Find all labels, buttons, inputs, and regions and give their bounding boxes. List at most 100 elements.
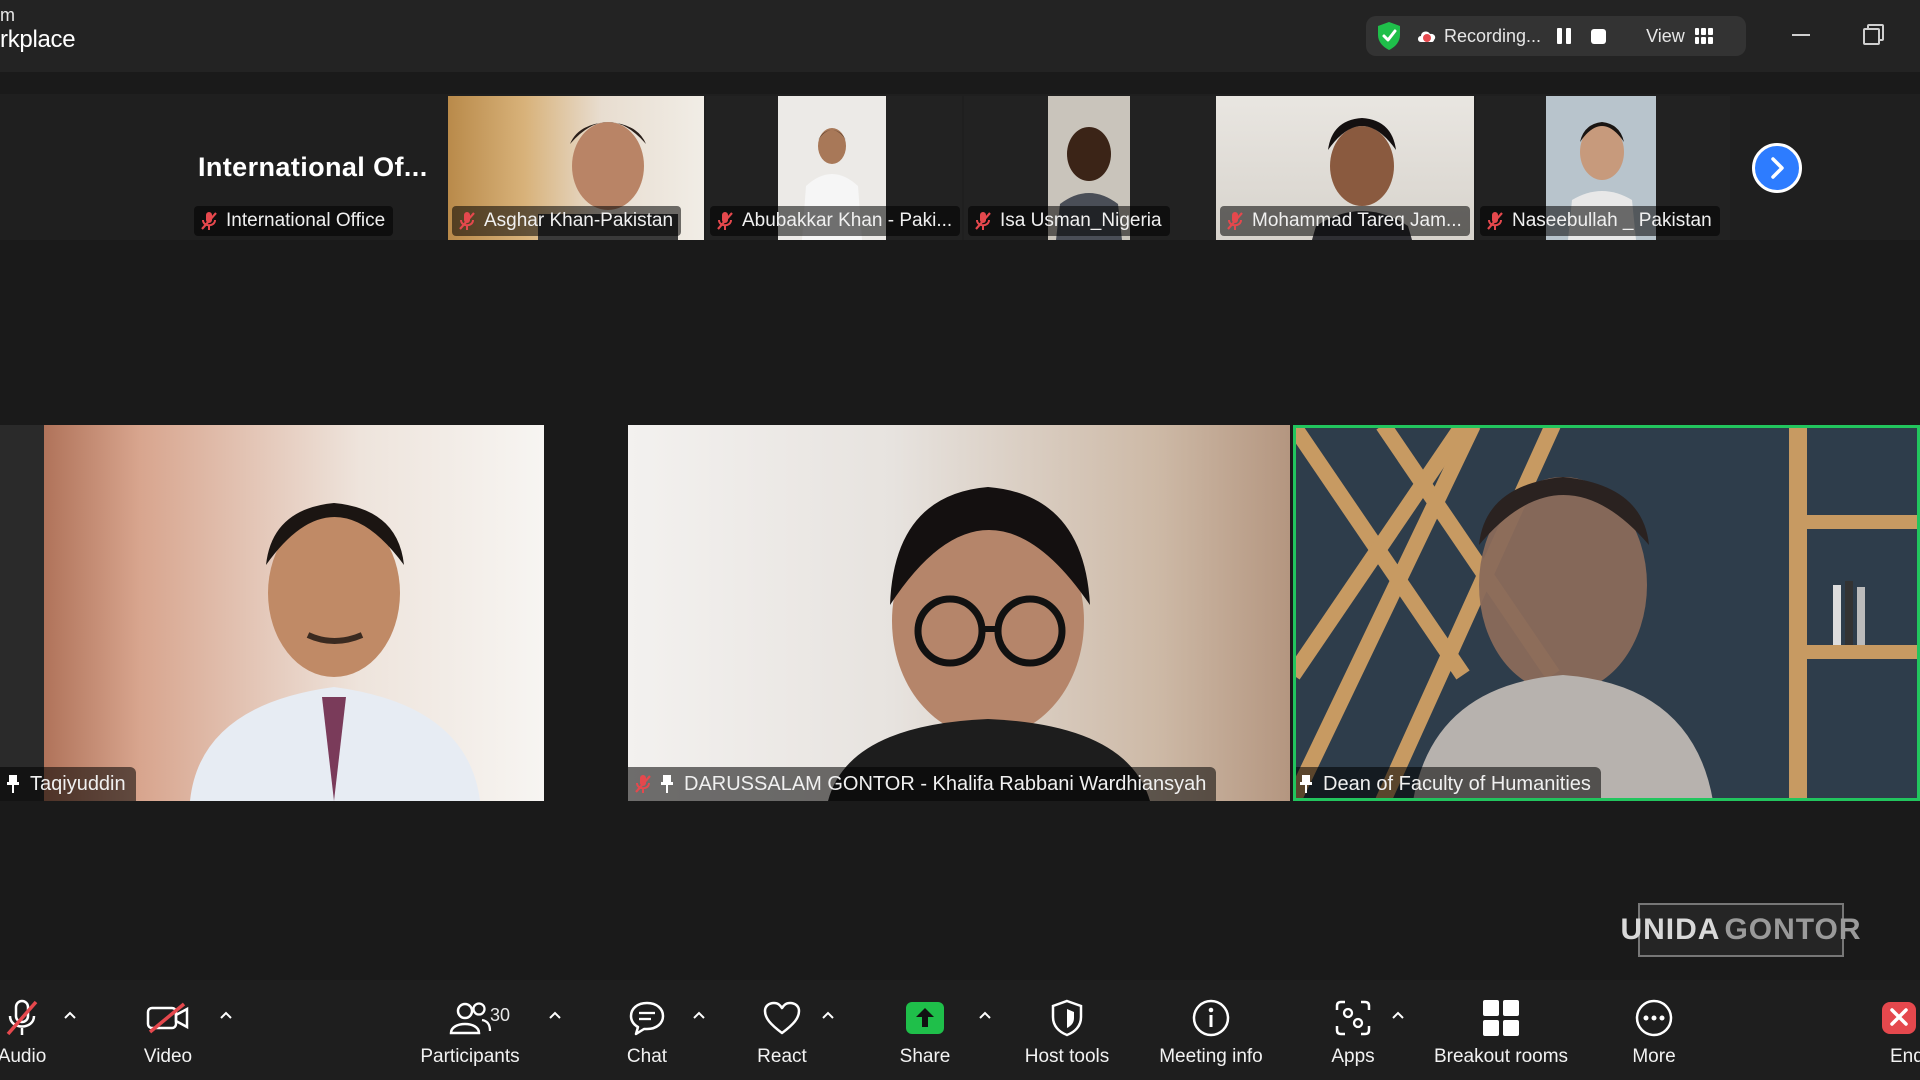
title-bar: m rkplace Recording... View [0, 0, 1920, 72]
share-screen-icon [906, 1002, 944, 1034]
audio-options-chevron-up-icon[interactable] [63, 1010, 77, 1020]
participant-name: Dean of Faculty of Humanities [1323, 772, 1591, 795]
audio-label: Audio [0, 1046, 47, 1067]
video-off-icon [146, 1002, 189, 1034]
security-shield-icon[interactable] [1376, 21, 1402, 51]
participant-name: Mohammad Tareq Jam... [1252, 210, 1462, 231]
mic-muted-icon [1487, 212, 1503, 230]
zoom-window: m rkplace Recording... View Internationa… [0, 0, 1920, 1080]
share-label: Share [899, 1046, 951, 1067]
meeting-info-label: Meeting info [1159, 1046, 1263, 1067]
participant-namebar: Mohammad Tareq Jam... [1220, 206, 1470, 236]
participant-namebar: Asghar Khan-Pakistan [452, 206, 682, 236]
watermark-logo: UNIDA GONTOR [1620, 903, 1861, 957]
participant-tile[interactable]: Naseebullah _ Pakistan [1476, 96, 1730, 240]
video-tile[interactable]: DARUSSALAM GONTOR - Khalifa Rabbani Ward… [628, 425, 1290, 801]
cloud-recording-icon [1418, 31, 1436, 42]
gallery-view-icon[interactable] [1694, 28, 1713, 44]
participant-namebar: DARUSSALAM GONTOR - Khalifa Rabbani Ward… [628, 767, 1217, 801]
mic-muted-icon [201, 212, 217, 230]
participant-name: Asghar Khan-Pakistan [484, 210, 674, 231]
pause-recording-icon[interactable] [1557, 28, 1572, 44]
participant-namebar: Taqiyuddin [0, 767, 136, 801]
recording-controls: Recording... View [1366, 16, 1746, 56]
video-tile[interactable]: Taqiyuddin [0, 425, 544, 801]
participant-video [0, 425, 544, 801]
shield-icon [1051, 999, 1083, 1037]
minimize-button[interactable] [1790, 22, 1812, 44]
pin-icon [7, 775, 19, 793]
participant-namebar: Abubakkar Khan - Paki... [710, 206, 961, 236]
participant-display-title: International Of... [198, 152, 428, 182]
share-options-chevron-up-icon[interactable] [978, 1010, 992, 1020]
participants-icon [449, 1002, 492, 1035]
chevron-right-icon [1771, 157, 1784, 179]
chat-button[interactable]: Chat [607, 980, 687, 1080]
participant-namebar: International Office [194, 206, 394, 236]
react-options-chevron-up-icon[interactable] [821, 1010, 835, 1020]
brand-line-2: rkplace [0, 26, 76, 53]
participant-tile[interactable]: Abubakkar Khan - Paki... [706, 96, 962, 240]
audio-button[interactable]: Audio [0, 980, 54, 1080]
participants-label: Participants [420, 1046, 520, 1067]
chat-options-chevron-up-icon[interactable] [692, 1010, 706, 1020]
participant-name: International Office [226, 210, 386, 231]
apps-icon [1335, 1000, 1371, 1036]
more-label: More [1632, 1046, 1676, 1067]
host-tools-button[interactable]: Host tools [1012, 980, 1122, 1080]
participants-button[interactable]: Participants [410, 980, 530, 1080]
host-tools-label: Host tools [1024, 1046, 1110, 1067]
mic-muted-icon [975, 212, 991, 230]
chat-label: Chat [626, 1046, 668, 1067]
participant-name: DARUSSALAM GONTOR - Khalifa Rabbani Ward… [684, 772, 1207, 795]
react-button[interactable]: React [742, 980, 822, 1080]
video-tile-active-speaker[interactable]: Dean of Faculty of Humanities [1293, 425, 1920, 801]
mic-muted-icon [1227, 212, 1243, 230]
participant-name: Isa Usman_Nigeria [1000, 210, 1162, 231]
more-button[interactable]: More [1614, 980, 1694, 1080]
react-label: React [757, 1046, 807, 1067]
share-button[interactable]: Share [885, 980, 965, 1080]
video-options-chevron-up-icon[interactable] [219, 1010, 233, 1020]
more-icon [1635, 999, 1673, 1037]
chat-icon [629, 1001, 665, 1036]
participant-namebar: Isa Usman_Nigeria [968, 206, 1170, 236]
next-page-button[interactable] [1752, 143, 1802, 193]
end-label: End [1890, 1046, 1920, 1067]
mic-muted-icon [717, 212, 733, 230]
participant-tile[interactable]: Mohammad Tareq Jam... [1216, 96, 1474, 240]
heart-icon [763, 1001, 801, 1035]
participant-tile[interactable]: Asghar Khan-Pakistan [448, 96, 704, 240]
stop-recording-icon[interactable] [1591, 28, 1607, 44]
breakout-rooms-icon [1483, 1000, 1519, 1036]
info-icon [1192, 999, 1230, 1037]
participant-tile[interactable]: International Of... International Office [190, 96, 446, 240]
breakout-rooms-button[interactable]: Breakout rooms [1424, 980, 1578, 1080]
apps-label: Apps [1331, 1046, 1375, 1067]
view-button[interactable]: View [1646, 26, 1685, 47]
recording-status: Recording... [1444, 25, 1542, 46]
video-label: Video [143, 1046, 193, 1067]
participant-count: 30 [490, 1005, 511, 1025]
participant-namebar: Dean of Faculty of Humanities [1293, 767, 1601, 801]
participants-options-chevron-up-icon[interactable] [548, 1010, 562, 1020]
mic-muted-icon [6, 999, 38, 1036]
mic-muted-icon [459, 212, 475, 230]
mic-muted-icon [635, 775, 651, 793]
breakout-rooms-label: Breakout rooms [1433, 1046, 1569, 1067]
office-background [1293, 425, 1920, 801]
restore-window-button[interactable] [1862, 22, 1884, 45]
participant-namebar: Naseebullah _ Pakistan [1480, 206, 1720, 236]
participant-name: Abubakkar Khan - Paki... [742, 210, 953, 231]
end-meeting-button[interactable]: End [1880, 980, 1920, 1080]
pin-icon [1300, 775, 1312, 793]
meeting-info-button[interactable]: Meeting info [1146, 980, 1276, 1080]
participant-tile[interactable]: Isa Usman_Nigeria [964, 96, 1220, 240]
person-silhouette [828, 487, 1150, 801]
video-button[interactable]: Video [128, 980, 208, 1080]
apps-options-chevron-up-icon[interactable] [1391, 1010, 1405, 1020]
app-brand: m rkplace [0, 6, 76, 53]
watermark-part-1: UNIDA [1620, 913, 1721, 946]
watermark-part-2: GONTOR [1724, 913, 1862, 946]
apps-button[interactable]: Apps [1313, 980, 1393, 1080]
